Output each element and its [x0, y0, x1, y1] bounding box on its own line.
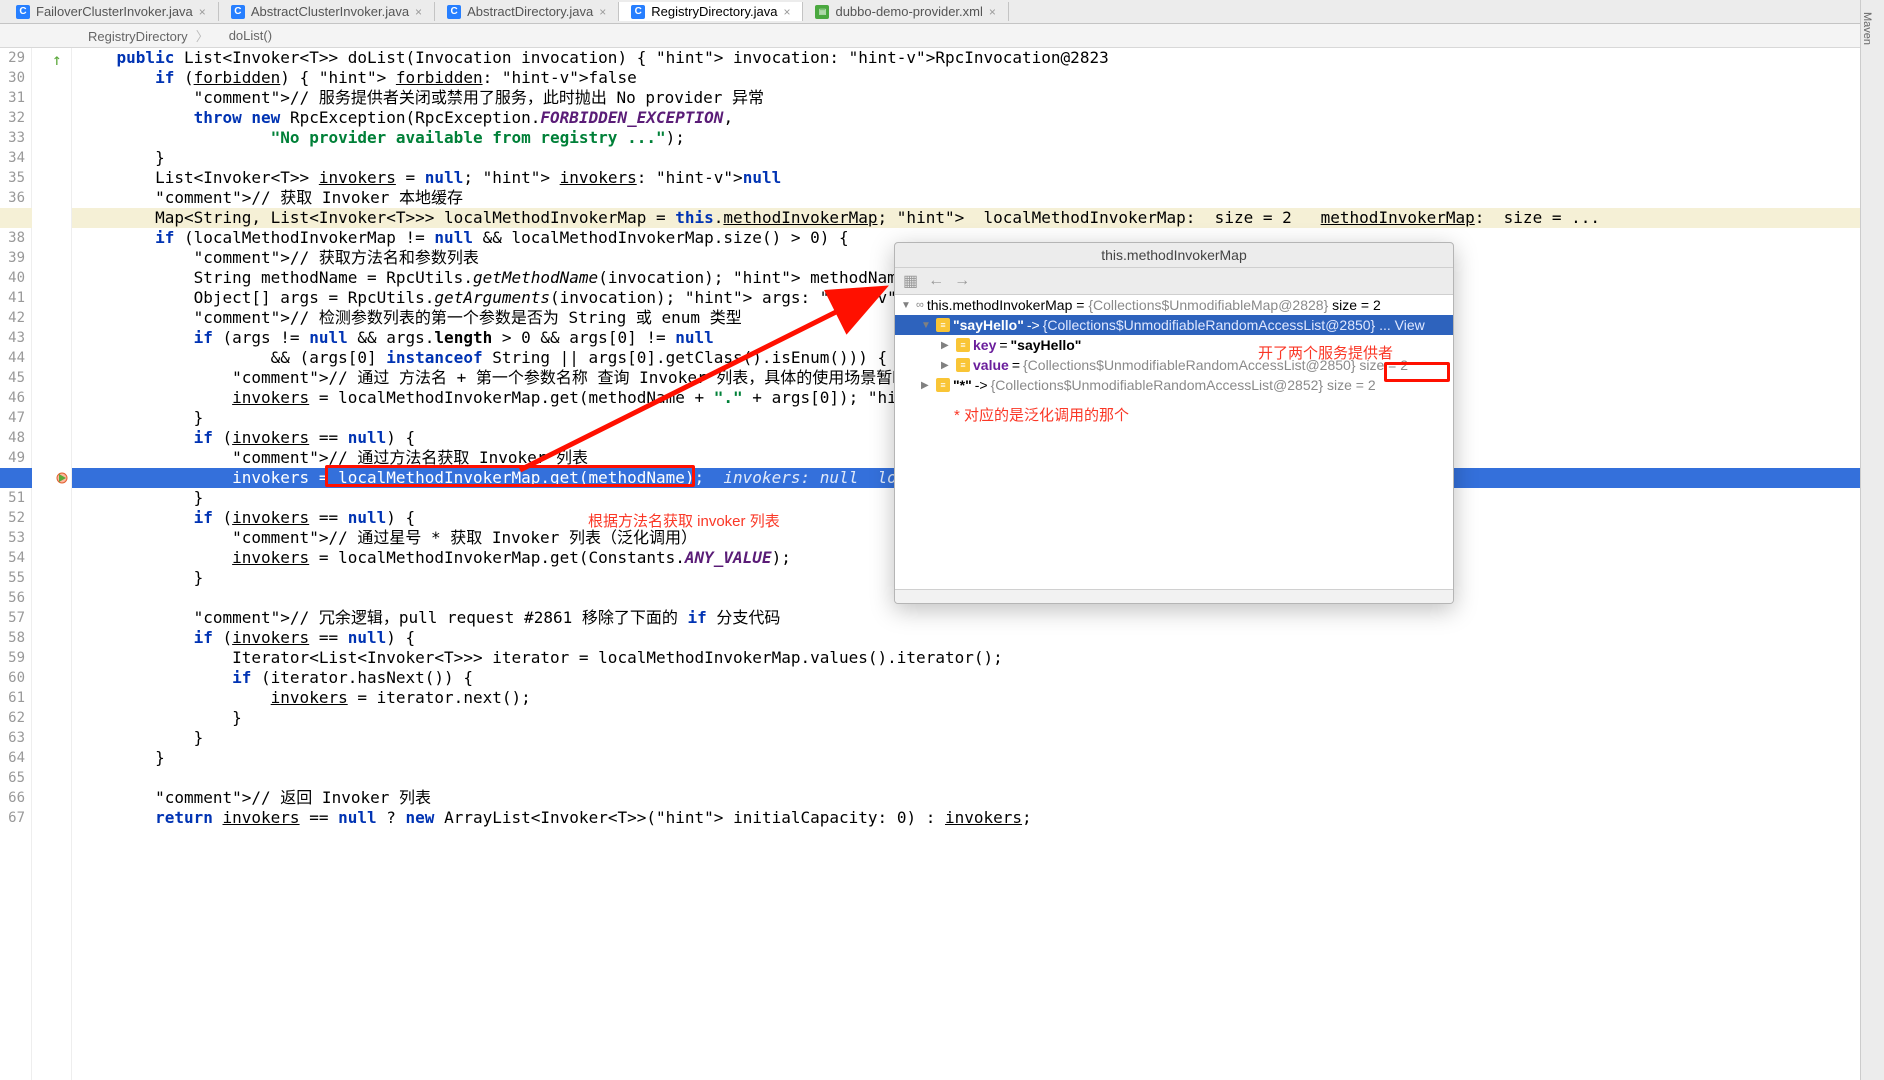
tab-registrydirectory[interactable]: CRegistryDirectory.java× [619, 2, 803, 21]
breadcrumb-method[interactable]: doList() [221, 26, 280, 45]
tab-abstractdirectory[interactable]: CAbstractDirectory.java× [435, 2, 619, 21]
tab-abstractclusterinvoker[interactable]: CAbstractClusterInvoker.java× [219, 2, 435, 21]
right-tab-maven[interactable]: Maven [1861, 12, 1873, 45]
marker-gutter: ↑ [32, 48, 72, 1080]
popup-expand-icon[interactable]: ▦ [903, 271, 918, 291]
close-icon[interactable]: × [599, 5, 606, 19]
tab-failover[interactable]: CFailoverClusterInvoker.java× [4, 2, 219, 21]
popup-h-scrollbar[interactable] [895, 589, 1453, 603]
class-icon: C [631, 5, 645, 19]
class-icon: C [447, 5, 461, 19]
popup-forward-icon[interactable]: → [954, 272, 970, 290]
close-icon[interactable]: × [415, 5, 422, 19]
editor-tabs: CFailoverClusterInvoker.java× CAbstractC… [0, 0, 1884, 24]
breadcrumb: RegistryDirectory doList() [0, 24, 1884, 48]
tab-dubbo-demo-provider[interactable]: ▤dubbo-demo-provider.xml× [803, 2, 1008, 21]
right-toolwindow-tabs: Maven [1860, 0, 1884, 1080]
debug-tree-row[interactable]: ▶≡ "*" -> {Collections$UnmodifiableRando… [895, 375, 1453, 395]
close-icon[interactable]: × [199, 5, 206, 19]
line-number-gutter: 2930313233343536373839404142434445464748… [0, 48, 32, 1080]
annotation-text-3: * 对应的是泛化调用的那个 [954, 404, 1129, 425]
close-icon[interactable]: × [783, 5, 790, 19]
popup-toolbar: ▦ ← → [895, 267, 1453, 295]
popup-title: this.methodInvokerMap [895, 243, 1453, 267]
popup-tree[interactable]: ▼∞ this.methodInvokerMap = {Collections$… [895, 295, 1453, 589]
close-icon[interactable]: × [989, 5, 996, 19]
popup-back-icon[interactable]: ← [928, 272, 944, 290]
class-icon: C [16, 5, 30, 19]
debug-tree-row[interactable]: ▼≡ "sayHello" -> {Collections$Unmodifiab… [895, 315, 1453, 335]
annotation-text-2: 开了两个服务提供者 [1258, 342, 1393, 363]
breadcrumb-class[interactable]: RegistryDirectory [80, 24, 217, 47]
class-icon: C [231, 5, 245, 19]
annotation-text-1: 根据方法名获取 invoker 列表 [588, 510, 780, 531]
xml-icon: ▤ [815, 5, 829, 19]
debug-tree-row[interactable]: ▼∞ this.methodInvokerMap = {Collections$… [895, 295, 1453, 315]
